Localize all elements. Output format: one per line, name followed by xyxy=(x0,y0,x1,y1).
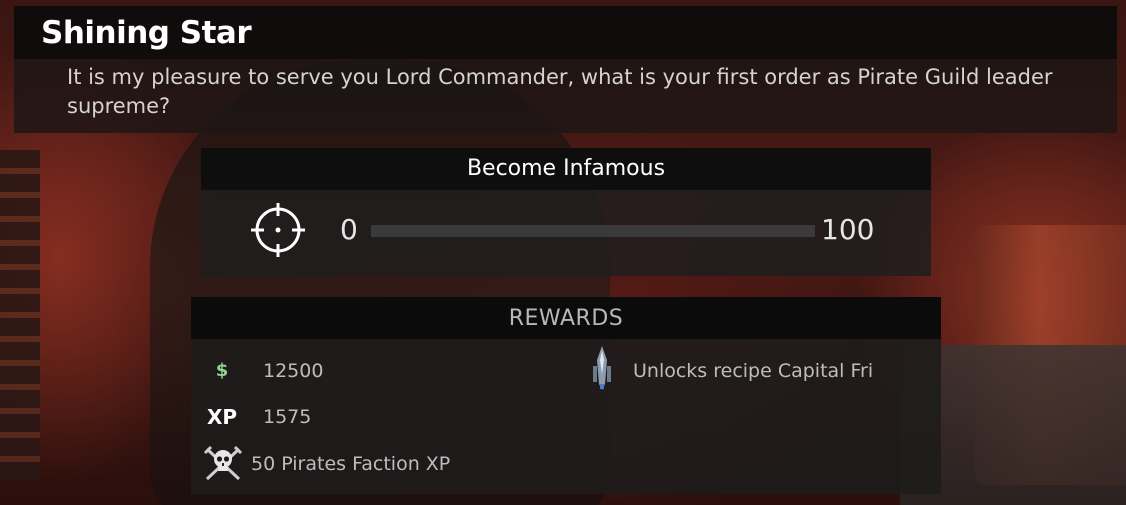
dialog-box: Shining Star It is my pleasure to serve … xyxy=(14,6,1117,133)
skull-crossed-swords-icon xyxy=(203,445,243,481)
game-scene: Shining Star It is my pleasure to serve … xyxy=(0,0,1126,505)
background-chain xyxy=(0,150,40,480)
dialog-text: It is my pleasure to serve you Lord Comm… xyxy=(67,65,1053,118)
reward-faction-text: 50 Pirates Faction XP xyxy=(251,453,451,475)
dialog-title-bar: Shining Star xyxy=(14,6,1117,59)
objective-header: Become Infamous xyxy=(201,148,931,190)
rewards-panel: REWARDS $ 12500 XP 1575 50 Pirates Facti… xyxy=(191,297,941,494)
rewards-title: REWARDS xyxy=(508,306,624,331)
reward-xp-value: 1575 xyxy=(263,406,312,428)
progress-max-label: 100 xyxy=(821,213,875,246)
dollar-icon: $ xyxy=(215,360,229,381)
objective-title: Become Infamous xyxy=(466,156,666,181)
reward-recipe-text: Unlocks recipe Capital Fri xyxy=(633,360,874,382)
progress-bar xyxy=(371,225,815,237)
crosshair-icon xyxy=(251,203,305,257)
xp-icon: XP xyxy=(206,405,238,429)
progress-min-label: 0 xyxy=(340,213,358,246)
rewards-header: REWARDS xyxy=(191,297,941,339)
reward-money-value: 12500 xyxy=(263,360,324,382)
capital-ship-recipe-icon xyxy=(593,346,611,390)
speaker-name: Shining Star xyxy=(41,15,252,51)
objective-panel: Become Infamous 0 100 xyxy=(201,148,931,276)
